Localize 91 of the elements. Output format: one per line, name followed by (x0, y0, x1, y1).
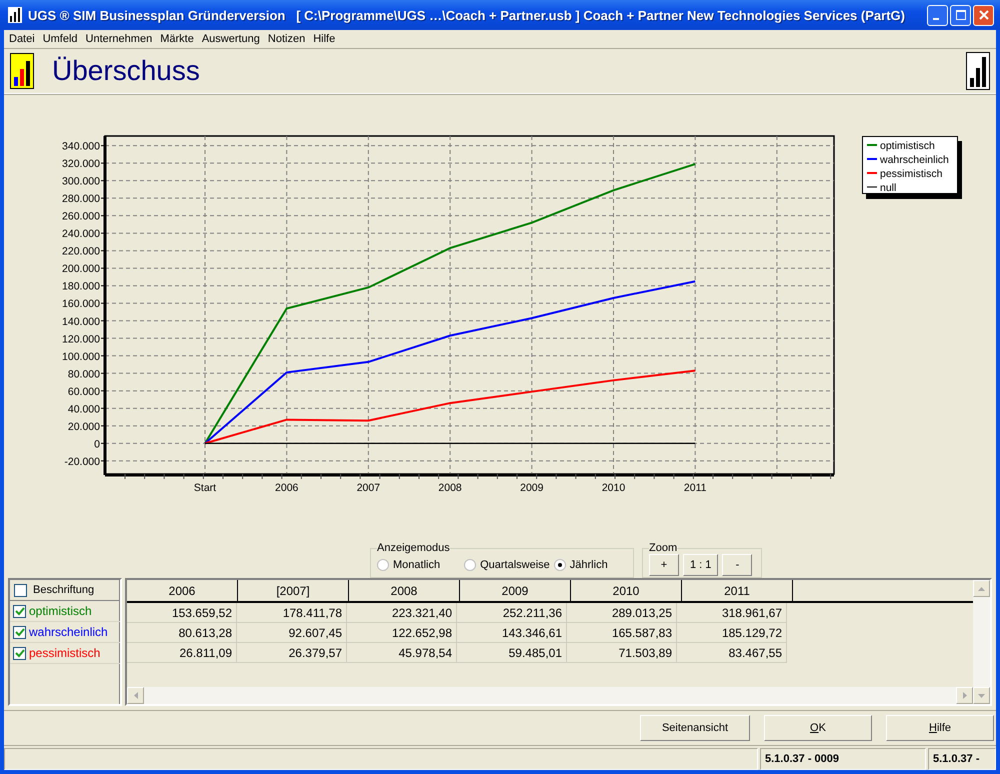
menu-item[interactable]: Märkte (156, 33, 198, 45)
dialog-button[interactable]: Seitenansicht (640, 715, 750, 741)
bar-chart-icon (966, 52, 990, 90)
y-tick-label: 20.000 (68, 420, 100, 433)
status-text: 5.1.0.37 - 0009 (760, 748, 926, 770)
checkmark-icon (14, 626, 25, 638)
menu-item[interactable]: Notizen (264, 33, 310, 45)
table-cell: 122.652,98 (347, 623, 457, 643)
y-tick-label: 60.000 (68, 386, 100, 398)
table-cell: 252.211,36 (457, 603, 567, 623)
y-tick-label: 320.000 (62, 158, 100, 170)
y-tick-label: 340.000 (62, 140, 100, 153)
table-cell: 80.613,28 (127, 623, 237, 643)
vertical-scrollbar[interactable] (973, 580, 990, 704)
table-cell: 143.346,61 (457, 623, 567, 643)
y-tick-label: 120.000 (62, 333, 100, 346)
right-arrow-icon (962, 692, 966, 699)
table-cell: 289.013,25 (567, 603, 677, 623)
y-tick-label: 260.000 (62, 210, 100, 223)
y-tick-label: 160.000 (62, 298, 100, 310)
table-cell: 223.321,40 (347, 603, 457, 623)
x-tick-label: 2007 (356, 482, 380, 494)
y-tick-label: 100.000 (62, 350, 100, 363)
horizontal-scrollbar[interactable] (127, 687, 973, 704)
y-tick-label: 200.000 (62, 263, 100, 276)
y-tick-label: -20.000 (64, 456, 100, 468)
table-cell: 185.129,72 (677, 623, 787, 643)
close-icon (978, 9, 990, 21)
menu-item[interactable]: Hilfe (309, 33, 340, 45)
y-tick-label: 40.000 (68, 403, 100, 416)
menu-item[interactable]: Auswertung (198, 33, 264, 45)
group-label: Anzeigemodus (377, 542, 450, 554)
table-cell: 153.659,52 (127, 603, 237, 623)
y-tick-label: 220.000 (62, 246, 100, 258)
x-tick-label: 2010 (602, 482, 626, 494)
table-cell: 26.811,09 (127, 643, 237, 663)
maximize-icon (954, 9, 966, 21)
group-label: Zoom (649, 542, 678, 554)
down-arrow-icon (978, 694, 985, 698)
maximize-button[interactable] (950, 4, 971, 26)
checkmark-icon (14, 606, 25, 616)
bar-chart-icon (10, 53, 34, 89)
close-button[interactable] (973, 4, 994, 26)
radio-option[interactable]: Quartalsweise (464, 558, 550, 570)
legend-label: optimistisch (880, 140, 935, 152)
menu-item[interactable]: Unternehmen (82, 33, 156, 45)
legend-label: wahrscheinlich (880, 154, 949, 166)
series-toggle[interactable]: optimistisch (10, 601, 120, 622)
y-tick-label: 240.000 (62, 228, 100, 240)
checkmark-icon (14, 648, 25, 658)
table-cell: 71.503,89 (567, 643, 677, 663)
label-toggle[interactable]: Beschriftung (10, 580, 120, 601)
minimize-icon (932, 18, 938, 20)
bar-chart-icon (8, 7, 22, 23)
x-tick-label: Start (194, 482, 216, 494)
legend-label: pessimistisch (880, 168, 942, 180)
y-tick-label: 280.000 (62, 193, 100, 206)
minimize-button[interactable] (927, 4, 948, 26)
menu-item[interactable]: Umfeld (38, 33, 82, 45)
radio-option[interactable]: Jährlich (554, 558, 608, 570)
table-cell: 178.411,78 (237, 603, 347, 623)
table-cell: 165.587,83 (567, 623, 677, 643)
radio-option[interactable]: Monatlich (377, 558, 440, 570)
table-cell: 318.961,67 (677, 603, 787, 623)
left-arrow-icon (134, 692, 138, 699)
table-cell: 92.607,45 (237, 623, 347, 643)
page-title: Überschuss (52, 55, 201, 87)
dialog-button[interactable]: OK (764, 715, 872, 741)
y-tick-label: 180.000 (62, 280, 100, 293)
table-cell: 26.379,57 (237, 643, 347, 663)
y-tick-label: 0 (94, 438, 100, 450)
zoom-button[interactable]: 1 : 1 (683, 554, 718, 576)
status-text: 5.1.0.37 - (928, 748, 996, 770)
y-tick-label: 140.000 (62, 316, 100, 328)
table-cell: 59.485,01 (457, 643, 567, 663)
zoom-button[interactable]: - (722, 554, 752, 576)
zoom-button[interactable]: + (649, 554, 679, 576)
legend-label: null (880, 182, 896, 194)
x-tick-label: 2008 (438, 482, 462, 494)
dialog-button[interactable]: Hilfe (886, 715, 994, 741)
window-title: UGS ® SIM Businessplan Gründerversion [ C:\Programme\UGS …\Coach + Partner.usb ] Coach + Partner New Technologies Services (PartG) (28, 8, 906, 22)
menu-item[interactable]: Datei (5, 33, 39, 45)
x-tick-label: 2009 (520, 482, 544, 494)
up-arrow-icon (978, 586, 985, 590)
y-tick-label: 80.000 (68, 368, 100, 380)
y-tick-label: 300.000 (62, 176, 100, 188)
x-tick-label: 2006 (275, 482, 298, 494)
table-cell: 45.978,54 (347, 643, 457, 663)
x-tick-label: 2011 (684, 482, 706, 494)
table-cell: 83.467,55 (677, 643, 787, 663)
series-toggle[interactable]: wahrscheinlich (10, 622, 120, 643)
